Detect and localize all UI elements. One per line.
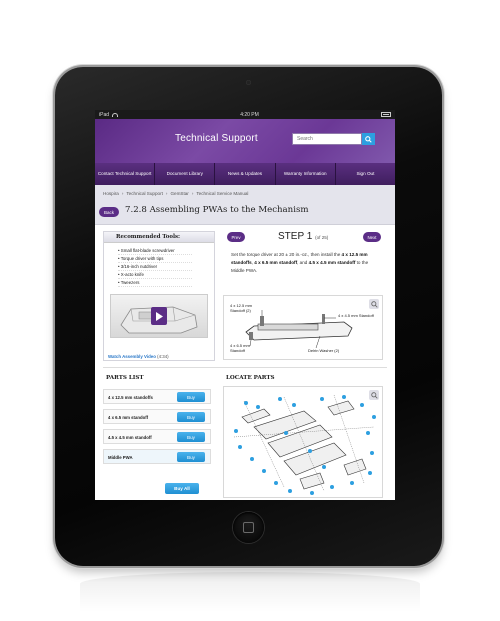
home-button[interactable] xyxy=(233,512,264,543)
main-content: Recommended Tools: Small flat-blade scre… xyxy=(95,225,395,500)
main-nav: Contact Technical Support Document Libra… xyxy=(95,163,395,185)
breadcrumb-separator: › xyxy=(165,191,168,196)
device-reflection xyxy=(80,572,420,612)
tool-item: X-acto knife xyxy=(118,271,192,279)
breadcrumb: Hospira › Technical Support › GemStar › … xyxy=(103,191,248,196)
parts-list-heading: PARTS LIST xyxy=(106,375,144,381)
breadcrumb-technical-support[interactable]: Technical Support xyxy=(126,191,163,196)
nav-news-updates[interactable]: News & Updates xyxy=(215,163,276,185)
callout-delrin-washer: Delrin Washer (2) xyxy=(308,348,340,353)
video-duration: (4:34) xyxy=(157,354,169,359)
callout-standoff-4-5: 4 x 4.5 mm Standoff xyxy=(338,313,374,318)
step-count: (of 25) xyxy=(315,235,329,240)
callout-standoff-6-5: 4 x 6.5 mm Standoff xyxy=(230,343,250,353)
step-label: STEP 1 xyxy=(278,231,313,242)
tool-item: 3/16-inch nutdriver xyxy=(118,263,192,271)
wifi-icon xyxy=(112,112,119,117)
breadcrumb-service-manual[interactable]: Technical Service Manual xyxy=(196,191,248,196)
search-input[interactable] xyxy=(292,133,362,145)
battery-icon xyxy=(380,112,391,117)
tool-item: Small flat-blade screwdriver xyxy=(118,247,192,255)
part-name: 4 x 12.5 mm standoffs xyxy=(108,395,153,400)
play-icon xyxy=(156,311,163,321)
tools-heading: Recommended Tools: xyxy=(104,232,214,243)
clock: 4:20 PM xyxy=(240,111,259,118)
buy-all-button[interactable]: Buy All xyxy=(165,483,199,494)
part-name: 4 x 6.5 mm standoff xyxy=(108,415,149,420)
step-instructions: Set the torque driver at 20 ± 20 in.-oz.… xyxy=(231,252,369,273)
callout-standoff-12-5: 4 x 12.5 mm Standoff (2) xyxy=(230,303,253,313)
instruction-text: Set the torque driver at 20 ± 20 in.-oz.… xyxy=(231,252,341,257)
status-bar: iPad 4:20 PM xyxy=(95,110,395,119)
step-navigation: Prev STEP 1 (of 25) Next xyxy=(223,231,387,243)
prev-step-button[interactable]: Prev xyxy=(227,232,245,242)
tool-item: Torque driver with tips xyxy=(118,255,192,263)
instruction-part-b: 4 x 6.5 mm standoff xyxy=(254,260,298,265)
title-area: Hospira › Technical Support › GemStar › … xyxy=(95,185,395,225)
site-title: Technical Support xyxy=(175,133,258,144)
back-button[interactable]: Back xyxy=(99,207,119,217)
buy-button[interactable]: Buy xyxy=(177,432,205,442)
part-row: 4.5 x 4.5 mm standoff Buy xyxy=(103,429,211,444)
nav-sign-out[interactable]: Sign Out xyxy=(336,163,395,185)
nav-document-library[interactable]: Document Library xyxy=(155,163,216,185)
buy-button[interactable]: Buy xyxy=(177,412,205,422)
exploded-assembly-illustration xyxy=(233,394,376,495)
buy-button[interactable]: Buy xyxy=(177,392,205,402)
nav-warranty-information[interactable]: Warranty Information xyxy=(276,163,336,185)
search-button[interactable] xyxy=(362,133,375,145)
tools-list: Small flat-blade screwdriver Torque driv… xyxy=(104,243,214,287)
part-row: 4 x 6.5 mm standoff Buy xyxy=(103,409,211,424)
breadcrumb-separator: › xyxy=(121,191,124,196)
site-header: Technical Support xyxy=(95,119,395,163)
section-divider xyxy=(103,367,387,368)
next-step-button[interactable]: Next xyxy=(363,232,381,242)
nav-contact-support[interactable]: Contact Technical Support xyxy=(95,163,156,185)
part-name: Middle PWA xyxy=(108,455,133,460)
breadcrumb-separator: › xyxy=(191,191,194,196)
camera-icon xyxy=(246,80,251,85)
buy-button[interactable]: Buy xyxy=(177,452,205,462)
exploded-view-diagram[interactable] xyxy=(223,386,383,498)
screen: iPad 4:20 PM Technical Support Contact T… xyxy=(95,110,395,500)
search-icon xyxy=(365,135,372,143)
watch-video-link[interactable]: Watch Assembly Video (4:34) xyxy=(108,354,169,359)
breadcrumb-hospira[interactable]: Hospira xyxy=(103,191,119,196)
part-name: 4.5 x 4.5 mm standoff xyxy=(108,435,152,440)
breadcrumb-gemstar[interactable]: GemStar xyxy=(170,191,188,196)
watch-video-label: Watch Assembly Video xyxy=(108,354,156,359)
recommended-tools-panel: Recommended Tools: Small flat-blade scre… xyxy=(103,231,215,361)
part-row: 4 x 12.5 mm standoffs Buy xyxy=(103,389,211,404)
tool-item: Tweezers xyxy=(118,279,192,287)
page-title: 7.2.8 Assembling PWAs to the Mechanism xyxy=(125,205,309,215)
instruction-part-c: 4.5 x 4.5 mm standoff xyxy=(308,260,356,265)
parts-list-panel: PARTS LIST 4 x 12.5 mm standoffs Buy 4 x… xyxy=(103,375,215,495)
play-button[interactable] xyxy=(151,307,167,325)
locate-parts-heading: LOCATE PARTS xyxy=(226,375,275,381)
assembly-video-thumbnail[interactable] xyxy=(110,294,208,338)
step-diagram[interactable]: 4 x 12.5 mm Standoff (2) 4 x 4.5 mm Stan… xyxy=(223,295,383,360)
part-row: Middle PWA Buy xyxy=(103,449,211,464)
step-indicator: STEP 1 (of 25) xyxy=(278,231,328,242)
carrier-label: iPad xyxy=(99,111,110,118)
home-square-icon xyxy=(243,522,254,533)
